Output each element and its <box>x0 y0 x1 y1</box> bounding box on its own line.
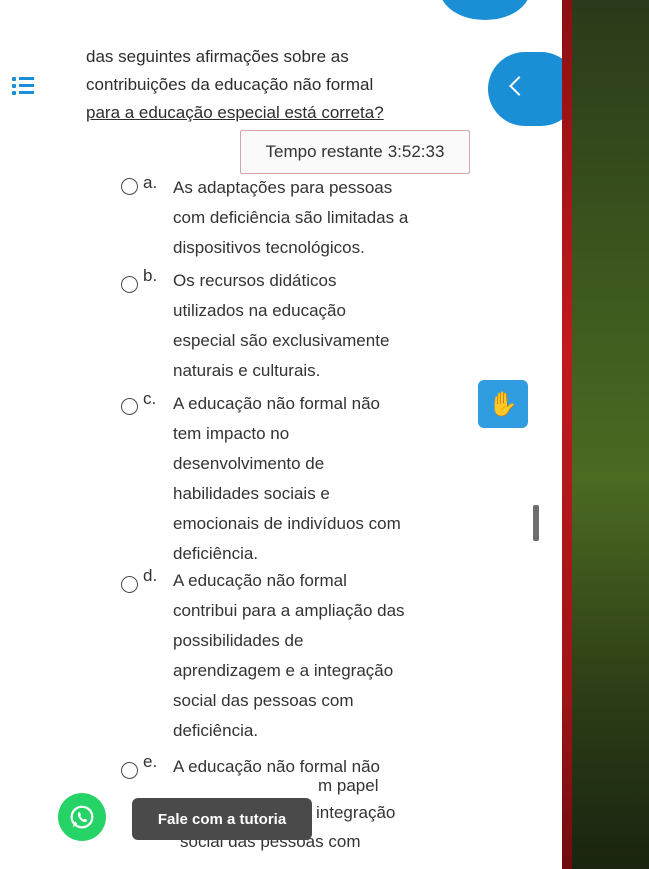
option-line: aprendizagem e a integração <box>173 661 394 680</box>
option-line: As adaptações para pessoas <box>173 178 393 197</box>
sign-language-icon: ✋ <box>488 390 518 418</box>
whatsapp-icon <box>70 805 94 829</box>
option-text: As adaptações para pessoas com deficiênc… <box>173 173 453 263</box>
option-text: Os recursos didáticos utilizados na educ… <box>173 266 453 386</box>
option-line: Os recursos didáticos <box>173 271 337 290</box>
chevron-left-icon <box>509 76 529 96</box>
option-line: contribui para a ampliação das <box>173 601 405 620</box>
list-icon[interactable] <box>12 76 34 96</box>
question-line: para a educação especial está correta? <box>86 103 384 122</box>
option-line: dispositivos tecnológicos. <box>173 238 365 257</box>
question-text: das seguintes afirmações sobre as contri… <box>86 43 466 127</box>
option-line: naturais e culturais. <box>173 361 321 380</box>
option-e-partial-line: m papel <box>318 776 379 795</box>
option-line: com deficiência são limitadas a <box>173 208 409 227</box>
option-line: social das pessoas com <box>173 691 354 710</box>
option-text: A educação não formal não <box>173 752 453 782</box>
timer-value: 3:52:33 <box>387 142 445 161</box>
screen: das seguintes afirmações sobre as contri… <box>0 0 562 869</box>
chat-label: Fale com a tutoria <box>157 810 287 828</box>
option-text: A educação não formal contribui para a a… <box>173 566 453 746</box>
option-line: possibilidades de <box>173 631 304 650</box>
scrollbar[interactable] <box>533 505 539 541</box>
option-letter: c. <box>143 389 157 408</box>
option-e-radio[interactable] <box>121 762 138 779</box>
background-scene <box>570 0 649 869</box>
option-e-partial-line: integração <box>316 803 396 822</box>
option-d-radio[interactable] <box>121 576 138 593</box>
option-line: A educação não formal não <box>173 394 380 413</box>
whatsapp-button[interactable] <box>58 793 106 841</box>
question-line: das seguintes afirmações sobre as <box>86 47 349 66</box>
option-letter: e. <box>143 752 158 771</box>
option-c-radio[interactable] <box>121 398 138 415</box>
option-letter: a. <box>143 173 158 192</box>
option-line: deficiência. <box>173 721 259 740</box>
option-line: emocionais de indivíduos com <box>173 514 401 533</box>
option-line: especial são exclusivamente <box>173 331 390 350</box>
chat-with-tutor-button[interactable]: Fale com a tutoria <box>132 798 312 840</box>
sign-language-button[interactable]: ✋ <box>478 380 528 428</box>
back-button[interactable] <box>488 52 562 126</box>
option-b-radio[interactable] <box>121 276 138 293</box>
option-line: desenvolvimento de <box>173 454 325 473</box>
option-line: habilidades sociais e <box>173 484 330 503</box>
option-line: deficiência. <box>173 544 259 563</box>
question-line: contribuições da educação não formal <box>86 75 374 94</box>
option-line: utilizados na educação <box>173 301 346 320</box>
option-letter: d. <box>143 566 158 585</box>
option-line: A educação não formal não <box>173 757 380 776</box>
top-blue-button[interactable] <box>440 0 530 20</box>
option-line: tem impacto no <box>173 424 290 443</box>
time-remaining: Tempo restante 3:52:33 <box>240 130 470 174</box>
option-text: A educação não formal não tem impacto no… <box>173 389 453 569</box>
option-letter: b. <box>143 266 158 285</box>
option-line: A educação não formal <box>173 571 347 590</box>
timer-label: Tempo restante <box>265 142 383 161</box>
option-a-radio[interactable] <box>121 178 138 195</box>
